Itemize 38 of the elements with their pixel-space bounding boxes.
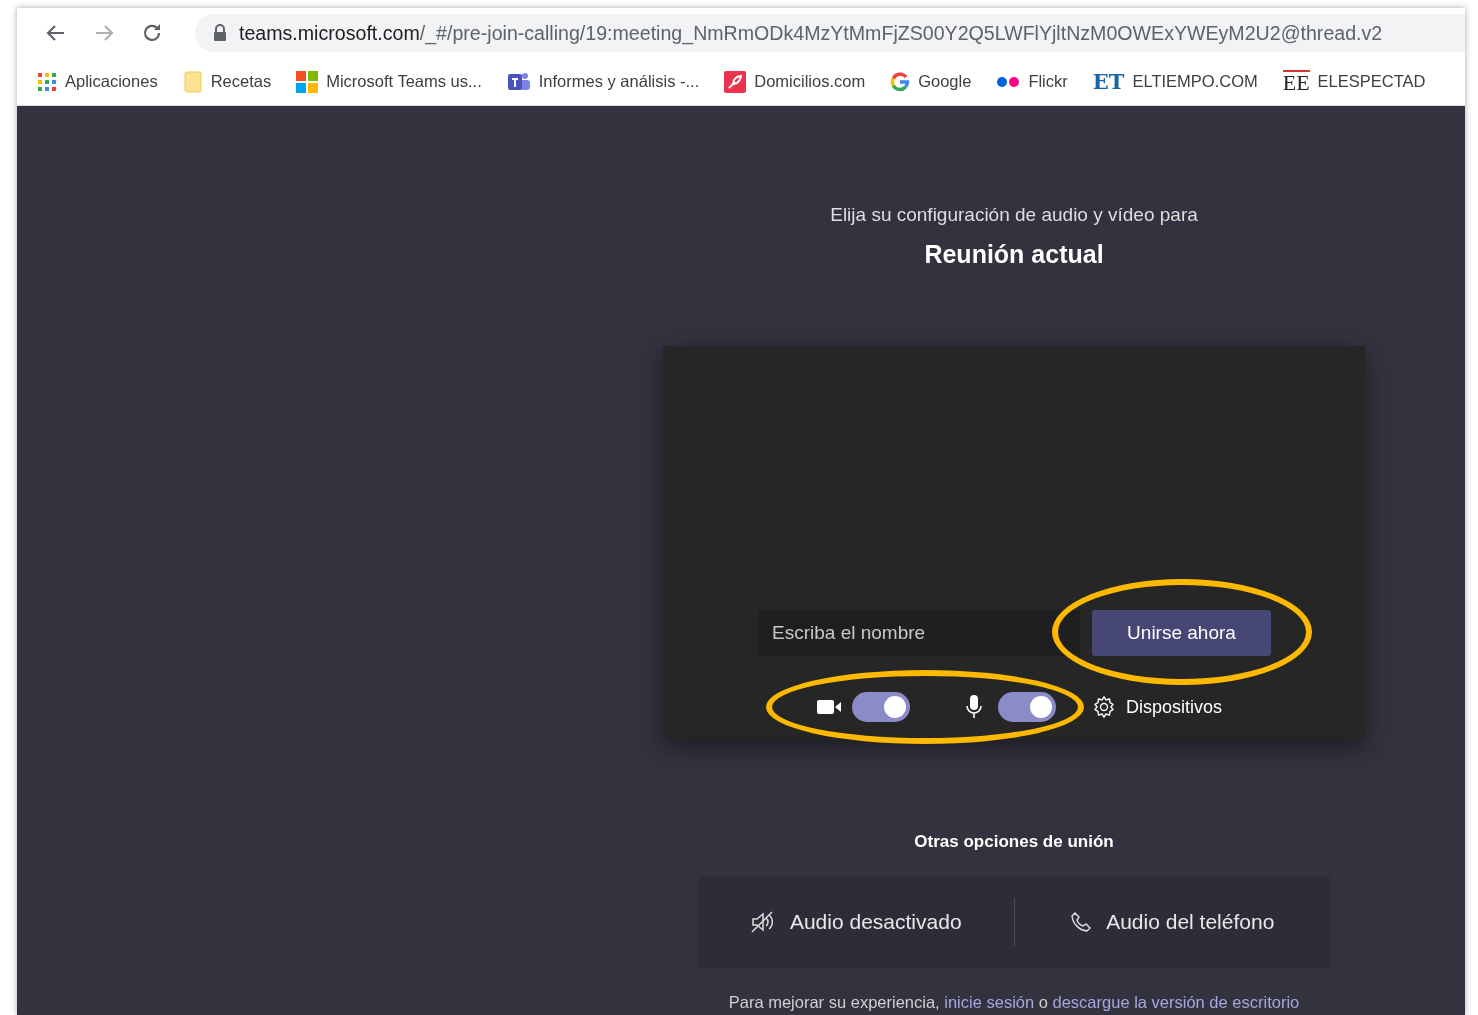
teams-logo-icon	[506, 70, 531, 93]
bookmark-link[interactable]: Microsoft Teams us...	[296, 70, 482, 93]
bookmark-link[interactable]: Recetas	[182, 70, 272, 93]
name-input[interactable]: Escriba el nombre	[758, 610, 1080, 656]
delivery-logo-icon	[724, 70, 747, 93]
logo-icon: ET	[1092, 69, 1125, 94]
meeting-title: Reunión actual	[924, 240, 1104, 269]
toggle-switch[interactable]	[852, 692, 910, 722]
settings-icon	[1092, 695, 1116, 719]
section-heading: Otras opciones de unión	[914, 832, 1114, 852]
phone-audio-button[interactable]: Audio del teléfono	[1014, 909, 1330, 935]
join-button[interactable]: Unirse ahora	[1092, 610, 1271, 656]
bookmark-link[interactable]: Domicilios.com	[724, 70, 866, 93]
apps-grid-icon	[37, 71, 57, 92]
subtitle-text: Elija su configuración de audio y vídeo para	[830, 204, 1198, 226]
microphone-icon	[964, 694, 984, 720]
url-text: teams.microsoft.com/_#/pre-join-calling/19:meeting_NmRmODk4MzYtMmFjZS00Y2Q5LWFlYjltNzM0OWExYWEyM2U2@thread.v2	[239, 21, 1383, 45]
bookmark-link[interactable]: ET ELTIEMPO.COM	[1092, 69, 1258, 94]
phone-icon	[1070, 911, 1093, 933]
camera-icon	[816, 698, 842, 716]
google-logo-icon	[890, 71, 911, 92]
bookmark-link[interactable]: Aplicaciones	[37, 71, 158, 92]
bookmark-link[interactable]: Informes y análisis -...	[506, 70, 700, 93]
bookmark-link[interactable]: Flickr	[996, 72, 1068, 91]
address-bar[interactable]: teams.microsoft.com/_#/pre-join-calling/19:meeting_NmRmODk4MzYtMmFjZS00Y2Q5LWFlYjltNzM0OWExYWEyM2U2@thread.v2	[195, 14, 1465, 52]
two-dots-icon	[996, 75, 1021, 88]
bookmark-link[interactable]: Google	[890, 71, 972, 92]
folder-icon	[182, 70, 203, 93]
footer-text: Para mejorar su experiencia, inicie sesión o descargue la versión de escritorio	[728, 993, 1300, 1012]
toggle-switch[interactable]	[998, 692, 1056, 722]
footer-link[interactable]: descargue la versión de escritorio	[1052, 993, 1300, 1011]
windows-logo-icon	[296, 70, 319, 93]
speaker-muted-icon	[749, 910, 776, 934]
bookmark-link[interactable]: EE ELESPECTAD	[1282, 69, 1426, 94]
devices-button[interactable]: Dispositivos	[1092, 695, 1223, 719]
audio-off-button[interactable]: Audio desactivado	[698, 909, 1014, 935]
lock-icon	[213, 24, 227, 42]
footer-link[interactable]: inicie sesión	[944, 993, 1035, 1011]
